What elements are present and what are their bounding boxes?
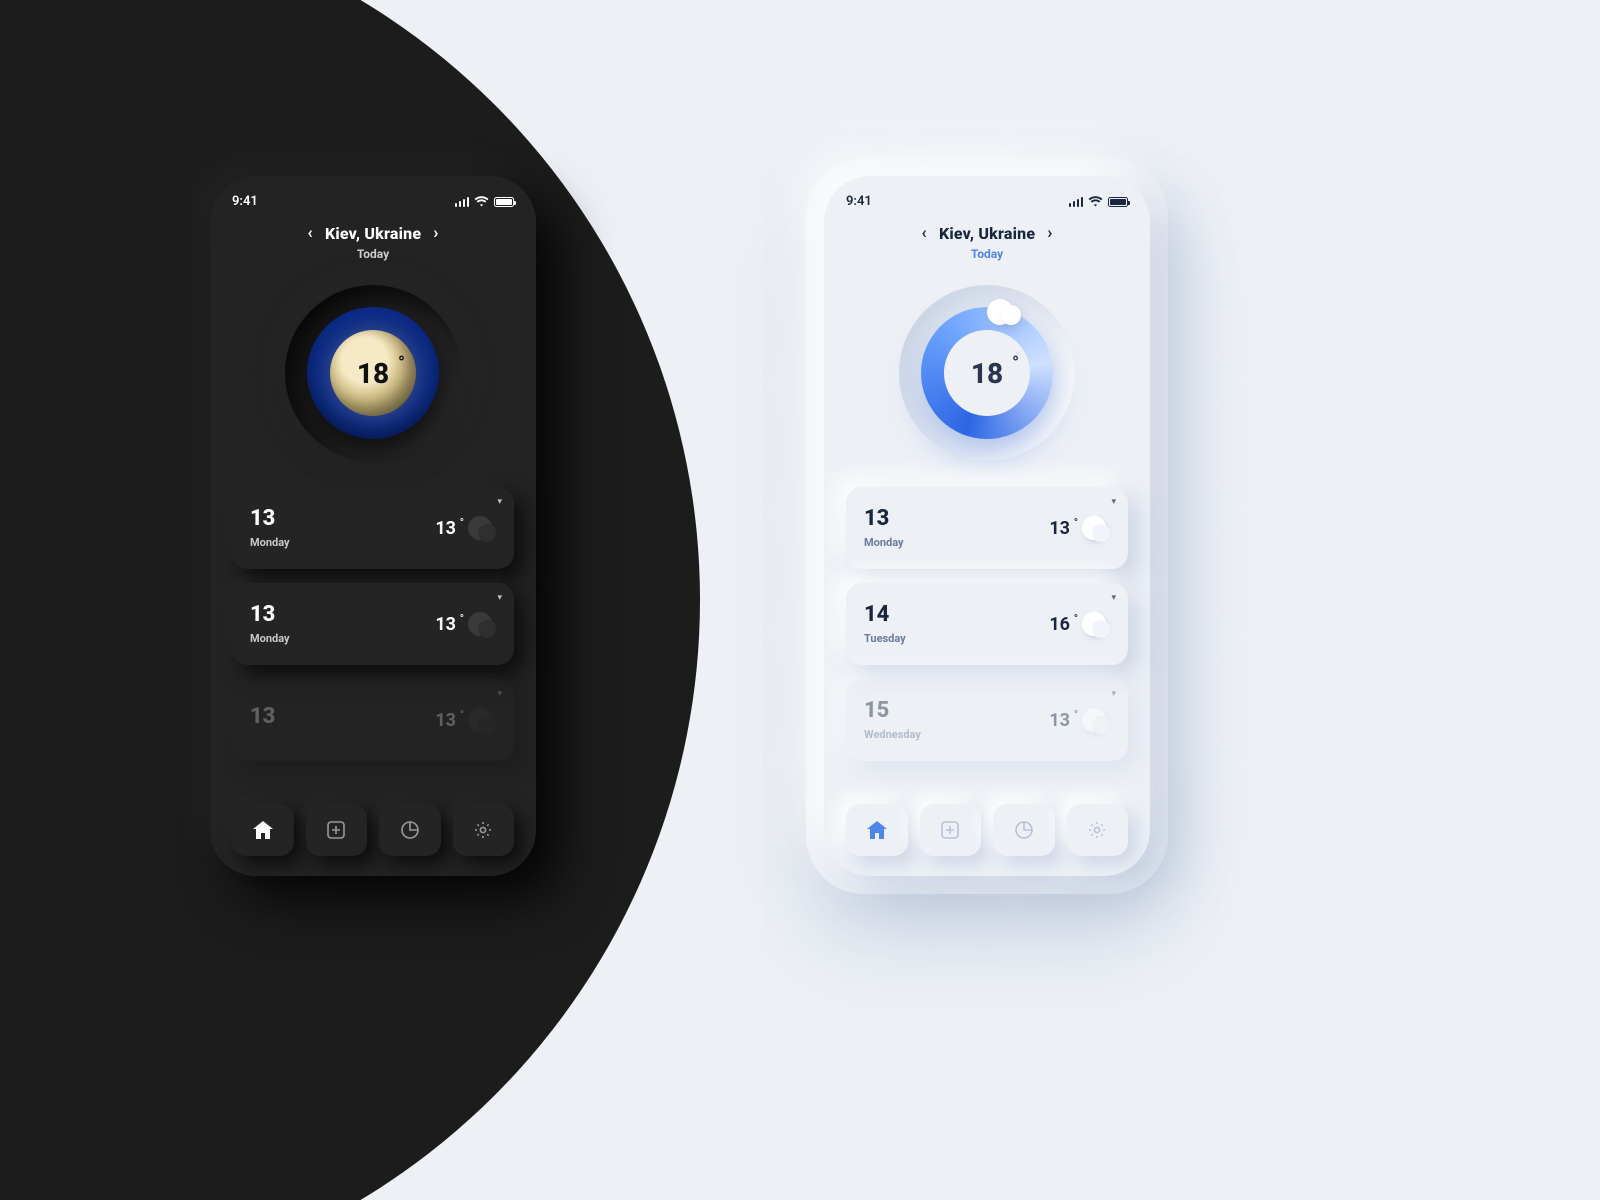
forecast-date: 15 bbox=[864, 700, 921, 722]
expand-icon[interactable]: ▾ bbox=[1111, 593, 1116, 603]
cloud-icon bbox=[987, 297, 1031, 325]
forecast-card[interactable]: ▾ 13 Monday 13° bbox=[846, 487, 1128, 569]
phone-dark: 9:41 ‹ Kiev, Ukraine › Today 18° ▾ 13 Mo… bbox=[210, 176, 536, 876]
phone-light: 9:41 ‹ Kiev, Ukraine › Today 18° ▾ 13 Mo… bbox=[824, 176, 1150, 876]
cloud-icon bbox=[1076, 516, 1110, 540]
signal-icon bbox=[455, 197, 470, 207]
forecast-date: 13 bbox=[250, 706, 275, 728]
expand-icon[interactable]: ▾ bbox=[1111, 689, 1116, 699]
prev-location-button[interactable]: ‹ bbox=[921, 223, 927, 243]
prev-location-button[interactable]: ‹ bbox=[307, 223, 313, 243]
subtitle-today: Today bbox=[232, 247, 514, 261]
bottom-nav bbox=[232, 804, 514, 856]
forecast-list[interactable]: ▾ 13 Monday 13° ▾ 14 Tuesday 16° ▾ bbox=[846, 487, 1128, 788]
next-location-button[interactable]: › bbox=[433, 223, 438, 243]
notch bbox=[303, 176, 443, 200]
forecast-date: 13 bbox=[864, 508, 904, 530]
nav-settings-button[interactable] bbox=[1067, 804, 1129, 856]
cloud-icon bbox=[1076, 612, 1110, 636]
forecast-date: 14 bbox=[864, 604, 906, 626]
forecast-card[interactable]: ▾ 13 13° bbox=[232, 679, 514, 761]
status-time: 9:41 bbox=[232, 194, 258, 209]
cloud-icon bbox=[462, 708, 496, 732]
forecast-day: Wednesday bbox=[864, 728, 921, 741]
gear-icon bbox=[474, 821, 492, 839]
forecast-day: Monday bbox=[250, 536, 290, 549]
forecast-day: Tuesday bbox=[864, 632, 906, 645]
dial-ring: 18° bbox=[307, 307, 439, 439]
home-icon bbox=[253, 821, 273, 839]
plus-square-icon bbox=[327, 821, 345, 839]
bottom-nav bbox=[846, 804, 1128, 856]
pie-chart-icon bbox=[401, 821, 419, 839]
forecast-card[interactable]: ▾ 15 Wednesday 13° bbox=[846, 679, 1128, 761]
nav-home-button[interactable] bbox=[846, 804, 908, 856]
moon-icon: 18° bbox=[330, 330, 416, 416]
nav-home-button[interactable] bbox=[232, 804, 294, 856]
forecast-card[interactable]: ▾ 13 Monday 13° bbox=[232, 487, 514, 569]
battery-icon bbox=[1108, 197, 1128, 207]
dial-ring: 18° bbox=[921, 307, 1053, 439]
expand-icon[interactable]: ▾ bbox=[497, 689, 502, 699]
cloud-icon bbox=[462, 612, 496, 636]
plus-square-icon bbox=[941, 821, 959, 839]
nav-stats-button[interactable] bbox=[993, 804, 1055, 856]
temperature-dial: 18° bbox=[899, 285, 1075, 461]
forecast-card[interactable]: ▾ 14 Tuesday 16° bbox=[846, 583, 1128, 665]
forecast-temp: 13 bbox=[1049, 710, 1070, 731]
nav-stats-button[interactable] bbox=[379, 804, 441, 856]
wifi-icon bbox=[1088, 196, 1103, 207]
expand-icon[interactable]: ▾ bbox=[497, 497, 502, 507]
forecast-list[interactable]: ▾ 13 Monday 13° ▾ 13 Monday 13° ▾ bbox=[232, 487, 514, 788]
battery-icon bbox=[494, 197, 514, 207]
notch bbox=[917, 176, 1057, 200]
forecast-date: 13 bbox=[250, 508, 290, 530]
header: ‹ Kiev, Ukraine › Today bbox=[846, 223, 1128, 261]
current-temp: 18 bbox=[357, 357, 389, 390]
gear-icon bbox=[1088, 821, 1106, 839]
forecast-temp: 13 bbox=[1049, 518, 1070, 539]
forecast-day: Monday bbox=[864, 536, 904, 549]
signal-icon bbox=[1069, 197, 1084, 207]
nav-add-button[interactable] bbox=[306, 804, 368, 856]
expand-icon[interactable]: ▾ bbox=[1111, 497, 1116, 507]
nav-add-button[interactable] bbox=[920, 804, 982, 856]
header: ‹ Kiev, Ukraine › Today bbox=[232, 223, 514, 261]
dial-center: 18° bbox=[944, 330, 1030, 416]
current-temp: 18 bbox=[971, 357, 1003, 390]
cloud-icon bbox=[462, 516, 496, 540]
expand-icon[interactable]: ▾ bbox=[497, 593, 502, 603]
pie-chart-icon bbox=[1015, 821, 1033, 839]
next-location-button[interactable]: › bbox=[1047, 223, 1052, 243]
cloud-icon bbox=[1076, 708, 1110, 732]
forecast-temp: 16 bbox=[1049, 614, 1070, 635]
subtitle-today: Today bbox=[846, 247, 1128, 261]
location-title[interactable]: Kiev, Ukraine bbox=[939, 224, 1035, 243]
temperature-dial: 18° bbox=[285, 285, 461, 461]
forecast-card[interactable]: ▾ 13 Monday 13° bbox=[232, 583, 514, 665]
forecast-temp: 13 bbox=[435, 710, 456, 731]
nav-settings-button[interactable] bbox=[453, 804, 515, 856]
forecast-temp: 13 bbox=[435, 614, 456, 635]
status-time: 9:41 bbox=[846, 194, 872, 209]
forecast-date: 13 bbox=[250, 604, 290, 626]
wifi-icon bbox=[474, 196, 489, 207]
forecast-temp: 13 bbox=[435, 518, 456, 539]
forecast-day: Monday bbox=[250, 632, 290, 645]
location-title[interactable]: Kiev, Ukraine bbox=[325, 224, 421, 243]
home-icon bbox=[867, 821, 887, 839]
